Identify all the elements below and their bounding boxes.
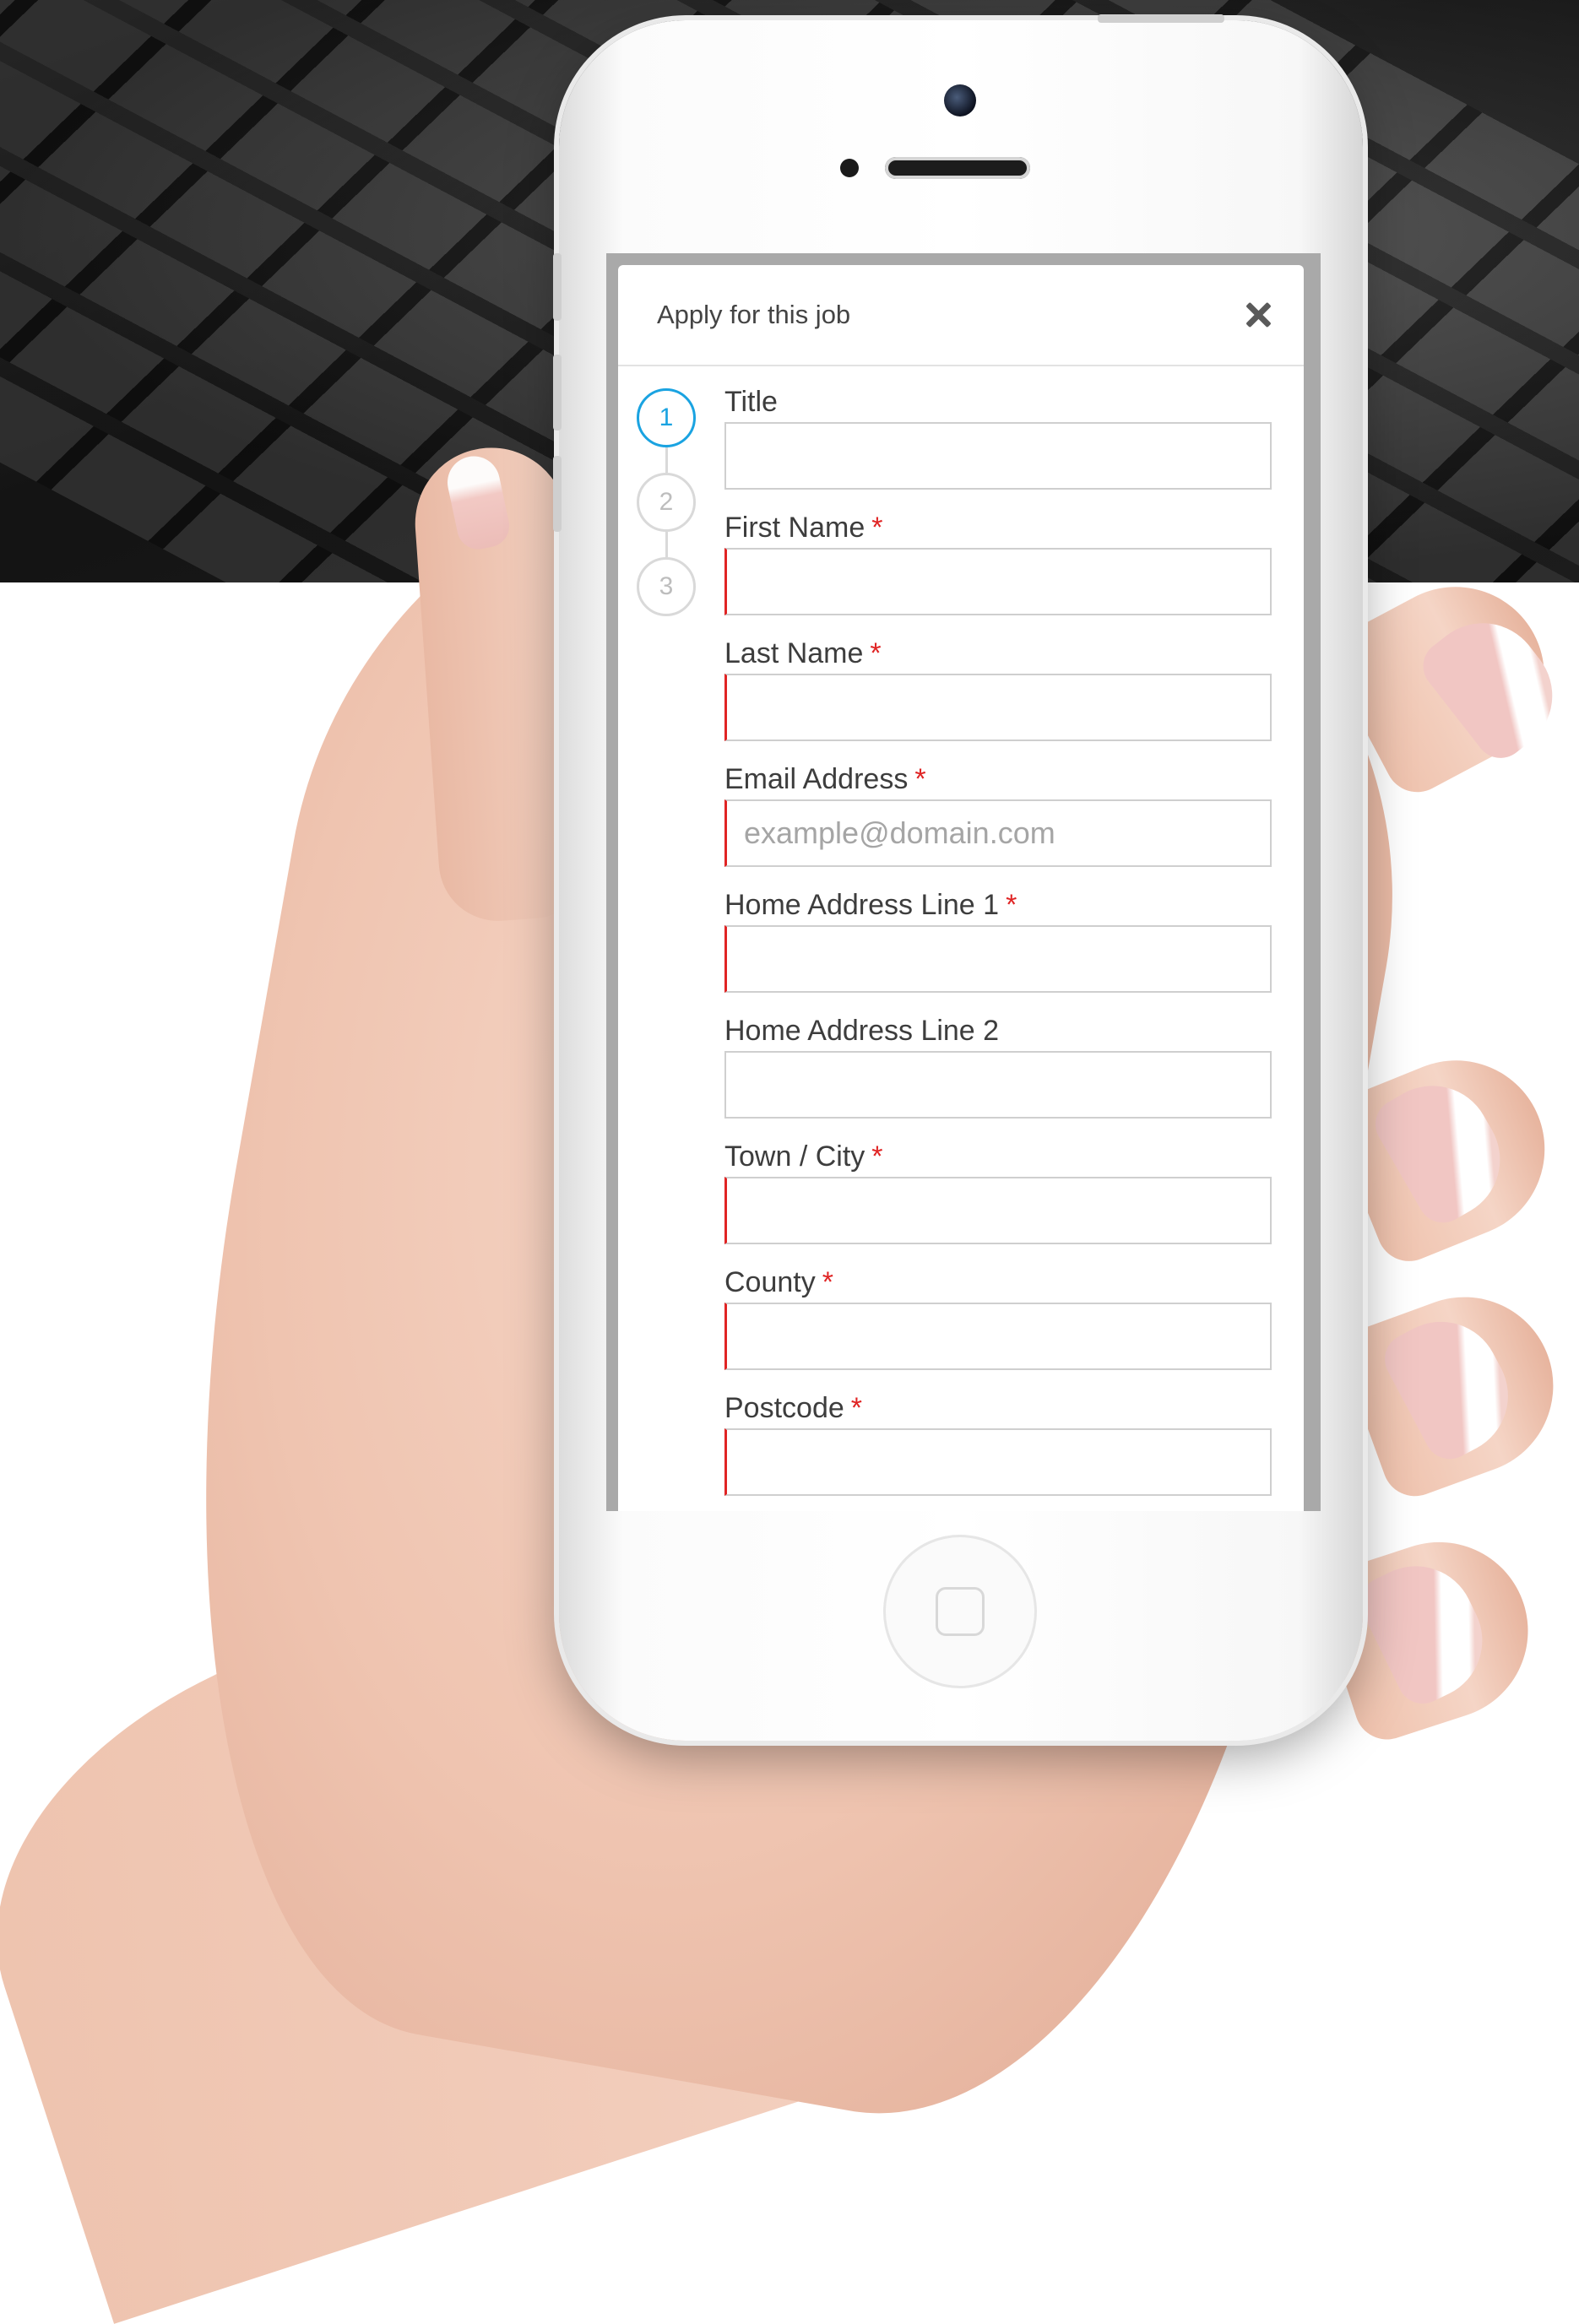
earpiece-speaker xyxy=(885,157,1030,179)
required-marker: * xyxy=(914,763,926,795)
modal-title: Apply for this job xyxy=(657,300,851,329)
last-name-input[interactable] xyxy=(724,674,1272,741)
required-marker: * xyxy=(871,1140,883,1173)
field-label: County * xyxy=(724,1266,833,1298)
field-label: Town / City * xyxy=(724,1140,883,1173)
field-last-name: Last Name * xyxy=(724,633,1273,759)
town-city-input[interactable] xyxy=(724,1177,1272,1244)
home-square-icon xyxy=(936,1587,985,1636)
modal-header: Apply for this job xyxy=(618,265,1304,366)
field-postcode: Postcode * xyxy=(724,1388,1273,1511)
field-address-line-2: Home Address Line 2 xyxy=(724,1010,1273,1136)
field-label: Title xyxy=(724,386,778,418)
field-title: Title xyxy=(724,382,1273,507)
proximity-sensor xyxy=(840,159,859,177)
required-marker: * xyxy=(850,1392,862,1424)
front-camera xyxy=(944,84,976,116)
address-line-2-input[interactable] xyxy=(724,1051,1272,1119)
field-first-name: First Name * xyxy=(724,507,1273,633)
step-1[interactable]: 1 xyxy=(637,388,696,447)
apply-modal: Apply for this job 1 2 3 Title First Nam… xyxy=(618,265,1304,1511)
field-town-city: Town / City * xyxy=(724,1136,1273,1262)
step-2[interactable]: 2 xyxy=(637,473,696,532)
email-input[interactable] xyxy=(724,799,1272,867)
field-label: Email Address * xyxy=(724,763,926,795)
phone-volume-down xyxy=(553,456,562,532)
required-marker: * xyxy=(822,1266,833,1298)
field-label: Home Address Line 2 xyxy=(724,1015,1000,1047)
field-label: Home Address Line 1 * xyxy=(724,889,1017,921)
step-3[interactable]: 3 xyxy=(637,557,696,616)
required-marker: * xyxy=(1006,889,1017,921)
phone-volume-up xyxy=(553,355,562,431)
application-form: Title First Name * Last Name * Email Addre… xyxy=(724,382,1273,1511)
address-line-1-input[interactable] xyxy=(724,925,1272,993)
field-label: Postcode * xyxy=(724,1392,862,1424)
field-address-line-1: Home Address Line 1 * xyxy=(724,885,1273,1010)
step-connector xyxy=(665,532,668,557)
field-label: First Name * xyxy=(724,512,883,544)
required-marker: * xyxy=(871,512,883,544)
close-icon[interactable] xyxy=(1243,300,1273,330)
step-indicator: 1 2 3 xyxy=(637,388,701,616)
field-county: County * xyxy=(724,1262,1273,1388)
field-label: Last Name * xyxy=(724,637,882,669)
postcode-input[interactable] xyxy=(724,1428,1272,1496)
first-name-input[interactable] xyxy=(724,548,1272,615)
title-input[interactable] xyxy=(724,422,1272,490)
county-input[interactable] xyxy=(724,1303,1272,1370)
required-marker: * xyxy=(870,637,882,669)
field-email: Email Address * xyxy=(724,759,1273,885)
phone-power-button xyxy=(1098,14,1224,23)
phone-screen: Apply for this job 1 2 3 Title First Nam… xyxy=(606,253,1321,1511)
home-button[interactable] xyxy=(883,1535,1037,1688)
phone-mute-switch xyxy=(553,253,562,321)
step-connector xyxy=(665,447,668,473)
